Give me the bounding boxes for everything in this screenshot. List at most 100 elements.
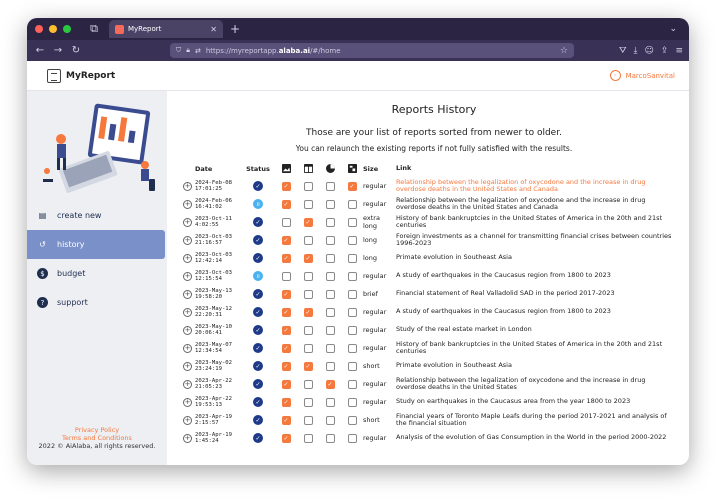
checkbox-images[interactable]: ✓ <box>281 307 291 317</box>
checkbox-tables[interactable]: ✓ <box>303 307 313 317</box>
checkbox-images[interactable]: ✓ <box>281 253 291 263</box>
checkbox-charts[interactable] <box>325 235 335 245</box>
checkbox-charts[interactable] <box>325 199 335 209</box>
checkbox-charts[interactable] <box>325 271 335 281</box>
maximize-window-button[interactable] <box>63 25 71 33</box>
sidebar-item-budget[interactable]: $ budget <box>27 259 167 288</box>
address-bar[interactable]: ⛉ 🔒︎ ⇄ https://myreportapp.alaba.ai/#/ho… <box>170 43 574 58</box>
checkbox-images[interactable]: ✓ <box>281 433 291 443</box>
checkbox-charts[interactable] <box>325 415 335 425</box>
checkbox-charts[interactable] <box>325 253 335 263</box>
bookmark-star-icon[interactable]: ☆ <box>560 46 568 56</box>
checkbox-tables[interactable] <box>303 271 313 281</box>
checkbox-images[interactable]: ✓ <box>281 361 291 371</box>
checkbox-tables[interactable] <box>303 199 313 209</box>
relaunch-icon[interactable]: + <box>183 307 192 317</box>
checkbox-tables[interactable] <box>303 289 313 299</box>
menu-icon[interactable]: ≡ <box>675 46 683 56</box>
checkbox-images[interactable]: ✓ <box>281 343 291 353</box>
checkbox-charts[interactable] <box>325 181 335 191</box>
report-link[interactable]: Relationship between the legalization of… <box>396 375 676 393</box>
minimize-window-button[interactable] <box>49 25 57 33</box>
checkbox-wordcloud[interactable] <box>347 379 357 389</box>
column-header-status[interactable]: Status <box>241 161 275 177</box>
checkbox-tables[interactable] <box>303 415 313 425</box>
checkbox-wordcloud[interactable] <box>347 199 357 209</box>
sidebar-item-create-new[interactable]: ▤ create new <box>27 201 167 230</box>
checkbox-wordcloud[interactable] <box>347 343 357 353</box>
relaunch-icon[interactable]: + <box>183 217 192 227</box>
checkbox-charts[interactable] <box>325 361 335 371</box>
tab-list-chevron-icon[interactable]: ⌄ <box>669 24 677 34</box>
checkbox-wordcloud[interactable] <box>347 361 357 371</box>
checkbox-images[interactable]: ✓ <box>281 415 291 425</box>
report-link[interactable]: Financial years of Toronto Maple Leafs d… <box>396 411 676 429</box>
checkbox-wordcloud[interactable] <box>347 235 357 245</box>
checkbox-charts[interactable] <box>325 217 335 227</box>
checkbox-tables[interactable] <box>303 379 313 389</box>
tab-overview-icon[interactable]: ⧉ <box>87 22 101 36</box>
forward-arrow-icon[interactable]: → <box>51 45 65 56</box>
close-window-button[interactable] <box>35 25 43 33</box>
checkbox-images[interactable]: ✓ <box>281 235 291 245</box>
checkbox-tables[interactable]: ✓ <box>303 253 313 263</box>
checkbox-tables[interactable] <box>303 325 313 335</box>
relaunch-icon[interactable]: + <box>183 199 192 209</box>
checkbox-tables[interactable]: ✓ <box>303 361 313 371</box>
new-tab-icon[interactable]: + <box>230 22 240 36</box>
checkbox-tables[interactable]: ✓ <box>303 217 313 227</box>
checkbox-tables[interactable] <box>303 343 313 353</box>
report-link[interactable]: A study of earthquakes in the Caucasus r… <box>396 303 676 321</box>
column-header-date[interactable]: Date <box>195 161 241 177</box>
checkbox-charts[interactable] <box>325 343 335 353</box>
download-icon[interactable]: ⤓ <box>634 46 638 56</box>
checkbox-images[interactable] <box>281 271 291 281</box>
privacy-policy-link[interactable]: Privacy Policy <box>27 426 167 434</box>
relaunch-icon[interactable]: + <box>183 397 192 407</box>
relaunch-icon[interactable]: + <box>183 433 192 443</box>
relaunch-icon[interactable]: + <box>183 361 192 371</box>
checkbox-tables[interactable] <box>303 433 313 443</box>
back-arrow-icon[interactable]: ← <box>33 45 47 56</box>
checkbox-images[interactable]: ✓ <box>281 289 291 299</box>
relaunch-icon[interactable]: + <box>183 379 192 389</box>
checkbox-images[interactable]: ✓ <box>281 397 291 407</box>
checkbox-tables[interactable] <box>303 181 313 191</box>
relaunch-icon[interactable]: + <box>183 235 192 245</box>
relaunch-icon[interactable]: + <box>183 415 192 425</box>
report-link[interactable]: Relationship between the legalization of… <box>396 177 676 195</box>
report-link[interactable]: Foreign investments as a channel for tra… <box>396 231 676 249</box>
relaunch-icon[interactable]: + <box>183 253 192 263</box>
report-link[interactable]: History of bank bankruptcies in the Unit… <box>396 213 676 231</box>
checkbox-images[interactable]: ✓ <box>281 325 291 335</box>
sidebar-item-history[interactable]: ↺ history <box>27 230 165 259</box>
checkbox-wordcloud[interactable] <box>347 289 357 299</box>
report-link[interactable]: Primate evolution in Southeast Asia <box>396 357 676 375</box>
checkbox-images[interactable]: ✓ <box>281 181 291 191</box>
browser-tab[interactable]: MyReport ✕ <box>109 20 223 38</box>
checkbox-charts[interactable] <box>325 433 335 443</box>
checkbox-wordcloud[interactable] <box>347 325 357 335</box>
relaunch-icon[interactable]: + <box>183 325 192 335</box>
checkbox-wordcloud[interactable] <box>347 415 357 425</box>
checkbox-wordcloud[interactable] <box>347 217 357 227</box>
report-link[interactable]: Financial statement of Real Valladolid S… <box>396 285 676 303</box>
report-link[interactable]: Study of the real estate market in Londo… <box>396 321 676 339</box>
checkbox-charts[interactable] <box>325 397 335 407</box>
pocket-icon[interactable]: ⛛ <box>619 46 627 56</box>
checkbox-charts[interactable] <box>325 307 335 317</box>
report-link[interactable]: Analysis of the evolution of Gas Consump… <box>396 429 676 447</box>
checkbox-charts[interactable]: ✓ <box>325 379 335 389</box>
report-link[interactable]: History of bank bankruptcies in the Unit… <box>396 339 676 357</box>
checkbox-wordcloud[interactable]: ✓ <box>347 181 357 191</box>
relaunch-icon[interactable]: + <box>183 181 192 191</box>
reload-icon[interactable]: ↻ <box>69 45 83 56</box>
close-tab-icon[interactable]: ✕ <box>210 25 217 34</box>
relaunch-icon[interactable]: + <box>183 343 192 353</box>
checkbox-wordcloud[interactable] <box>347 253 357 263</box>
checkbox-tables[interactable] <box>303 235 313 245</box>
report-link[interactable]: A study of earthquakes in the Caucasus r… <box>396 267 676 285</box>
relaunch-icon[interactable]: + <box>183 271 192 281</box>
checkbox-wordcloud[interactable] <box>347 433 357 443</box>
sidebar-item-support[interactable]: ? support <box>27 288 167 317</box>
